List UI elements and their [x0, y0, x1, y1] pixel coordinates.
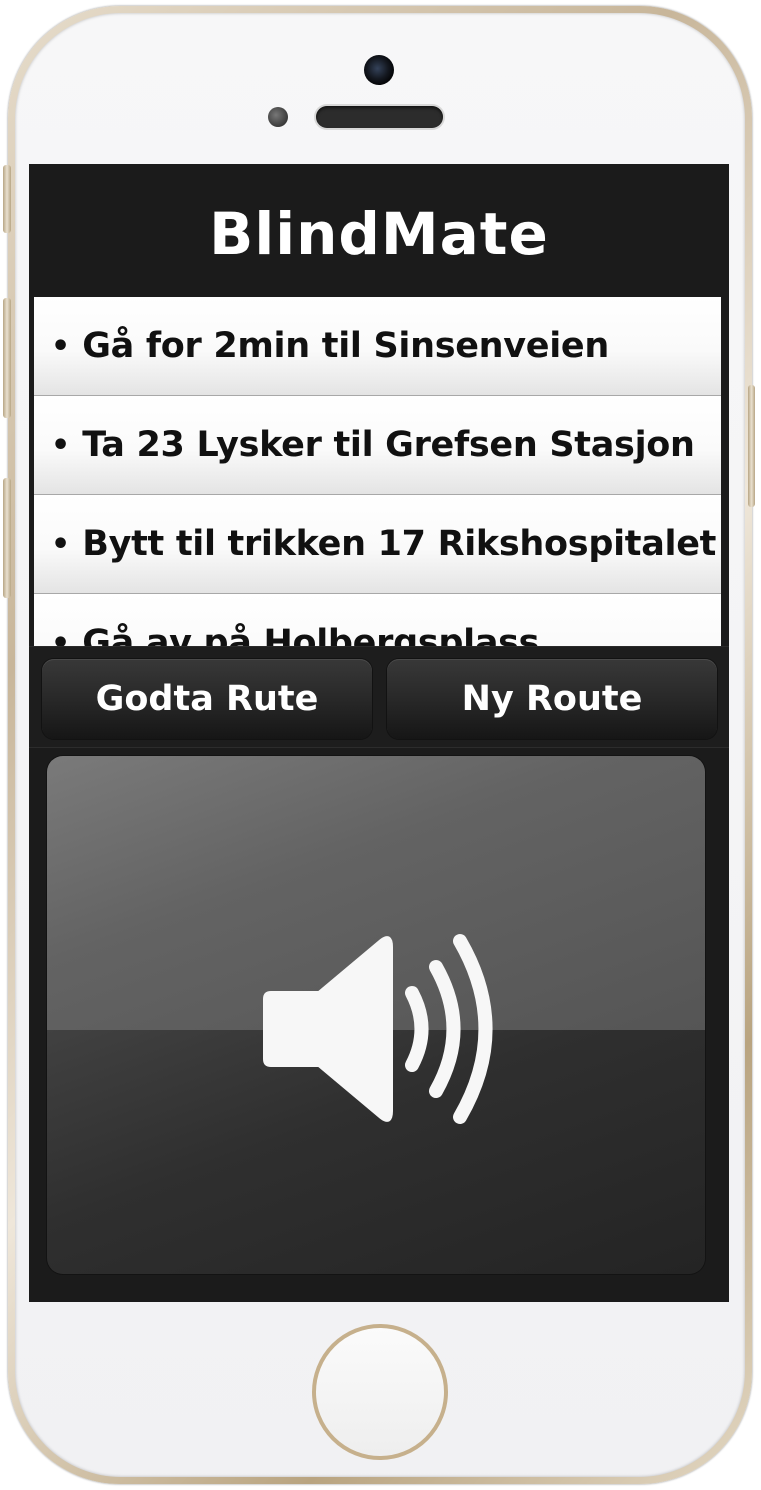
play-audio-button[interactable] — [47, 756, 705, 1274]
accept-route-button[interactable]: Godta Rute — [42, 659, 372, 739]
proximity-sensor — [268, 107, 288, 127]
route-step: • Ta 23 Lysker til Grefsen Stasjon — [34, 396, 721, 495]
route-step: • Gå av på Holbergsplass — [34, 594, 721, 646]
route-step: • Bytt til trikken 17 Rikshospitalet — [34, 495, 721, 594]
volume-up-button — [3, 298, 11, 418]
route-step-text: Gå av på Holbergsplass — [82, 623, 540, 646]
earpiece-speaker — [316, 106, 443, 128]
route-step-text: Gå for 2min til Sinsenveien — [82, 326, 609, 366]
route-step-text: Bytt til trikken 17 Rikshospitalet — [82, 524, 717, 564]
power-button — [748, 385, 755, 507]
title-bar: BlindMate — [29, 164, 729, 297]
volume-down-button — [3, 478, 11, 598]
silent-switch — [3, 165, 11, 233]
route-step: • Gå for 2min til Sinsenveien — [34, 297, 721, 396]
route-steps-list[interactable]: • Gå for 2min til Sinsenveien • Ta 23 Ly… — [34, 297, 721, 646]
home-button[interactable] — [312, 1324, 448, 1460]
front-camera — [364, 55, 394, 85]
app-screen: BlindMate • Gå for 2min til Sinsenveien … — [29, 164, 729, 1302]
app-title: BlindMate — [209, 199, 549, 268]
speaker-volume-icon — [263, 934, 493, 1124]
bullet: • — [51, 526, 71, 562]
bullet: • — [51, 328, 71, 364]
bullet: • — [51, 427, 71, 463]
bullet: • — [51, 625, 71, 647]
route-step-text: Ta 23 Lysker til Grefsen Stasjon — [82, 425, 695, 465]
new-route-button[interactable]: Ny Route — [387, 659, 717, 739]
action-bar: Godta Rute Ny Route — [29, 646, 729, 748]
